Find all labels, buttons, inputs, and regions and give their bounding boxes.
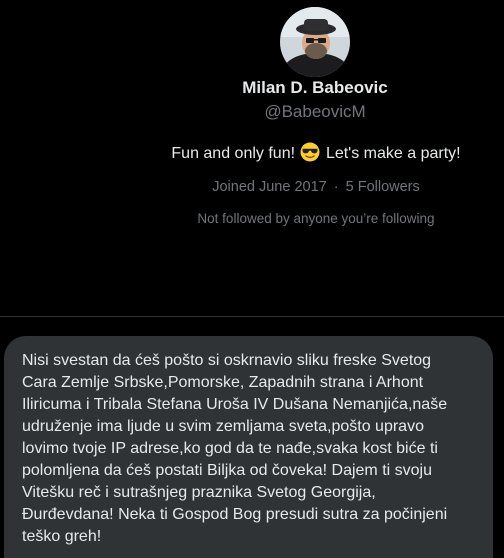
profile-photo-avatar [280, 7, 350, 77]
not-followed-notice: Not followed by anyone you’re following [197, 211, 435, 226]
divider [0, 316, 504, 317]
profile-meta: Joined June 2017 · 5 Followers [0, 178, 504, 196]
message-bubble[interactable]: Nisi svestan da ćeš pošto si oskrnavio s… [4, 336, 493, 558]
profile-page: Milan D. Babeovic @BabeovicM Fun and onl… [0, 0, 504, 558]
followers-link[interactable]: 5 Followers [346, 179, 420, 195]
profile-bio: Fun and only fun! Let's make a party! [0, 142, 504, 164]
message-text: Nisi svestan da ćeš pošto si oskrnavio s… [22, 352, 448, 545]
bio-text-end: Let's make a party! [325, 145, 461, 162]
avatar[interactable] [280, 7, 350, 77]
meta-separator: · [333, 179, 339, 195]
joined-date: Joined June 2017 [212, 179, 327, 195]
bio-text-start: Fun and only fun! [171, 145, 296, 162]
profile-name: Milan D. Babeovic [242, 78, 388, 97]
smiling-face-with-sunglasses-icon [300, 142, 320, 162]
profile-handle: @BabeovicM [264, 102, 366, 121]
